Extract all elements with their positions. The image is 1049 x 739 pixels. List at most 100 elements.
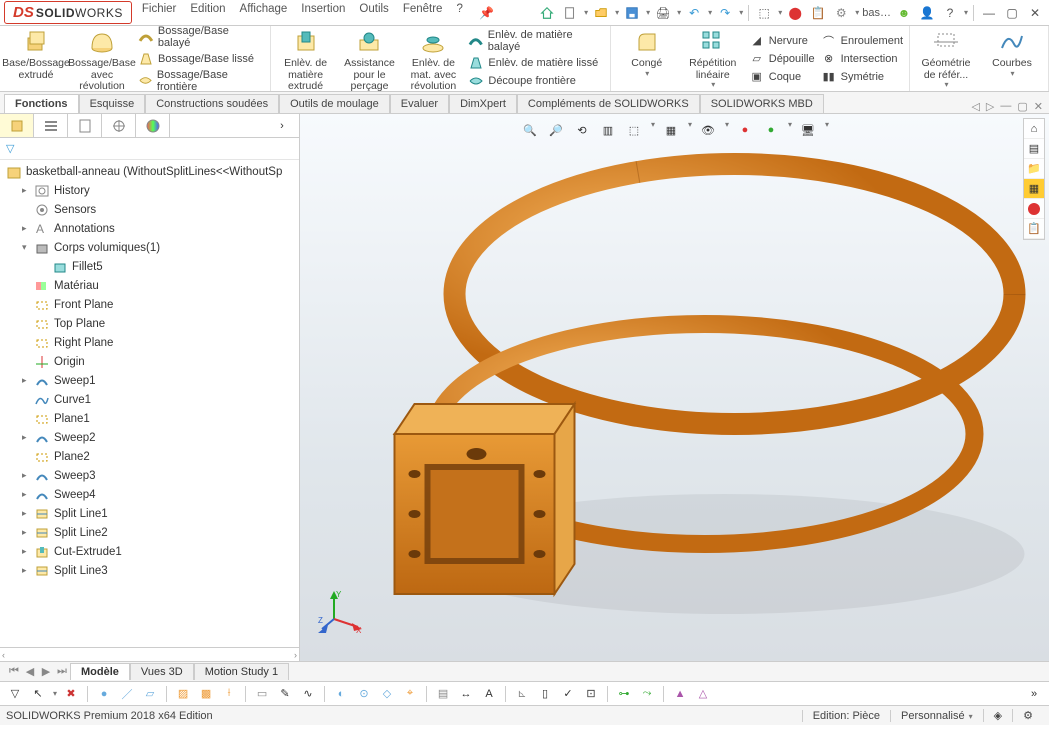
gtol-filter-icon[interactable]: ⊡ (582, 685, 600, 703)
intersect-button[interactable]: ⊗Intersection (821, 50, 903, 68)
tab-prev-icon[interactable]: ◀ (22, 665, 38, 678)
boundary-cut-button[interactable]: Découpe frontière (468, 72, 603, 90)
doc-next-icon[interactable]: ▷ (986, 100, 994, 113)
dim-filter-icon[interactable]: ↔ (457, 685, 475, 703)
tree-item-origin[interactable]: Origin (0, 352, 299, 371)
expand-toolbar-icon[interactable]: » (1025, 685, 1043, 703)
extrude-cut-button[interactable]: Enlèv. de matière extrudé▾ (277, 28, 335, 89)
sweep-boss-button[interactable]: Bossage/Base balayé (138, 24, 264, 50)
orientation-triad[interactable]: Y X Z (318, 589, 362, 633)
explorer-pane-icon[interactable]: 📁 (1024, 159, 1044, 179)
tree-item-split-line2[interactable]: ▸Split Line2 (0, 523, 299, 542)
tree-item-split-line3[interactable]: ▸Split Line3 (0, 561, 299, 580)
loft-boss-button[interactable]: Bossage/Base lissé (138, 50, 264, 68)
appearances-pane-icon[interactable] (1024, 199, 1044, 219)
extrude-boss-button[interactable]: Base/Bossage extrudé (6, 28, 66, 89)
render-icon[interactable]: 🖥 (798, 120, 818, 140)
note-filter-icon[interactable]: A (480, 685, 498, 703)
wrap-button[interactable]: ⌒Enroulement (821, 32, 903, 50)
conn-filter-icon[interactable]: ⊶ (615, 685, 633, 703)
tree-item-right-plane[interactable]: Right Plane (0, 333, 299, 352)
home-pane-icon[interactable]: ⌂ (1024, 119, 1044, 139)
status-gear-icon[interactable]: ⚙ (1012, 709, 1043, 722)
zoom-area-icon[interactable]: 🔎 (546, 120, 566, 140)
center-filter-icon[interactable]: ⊙ (355, 685, 373, 703)
btab-modele[interactable]: Modèle (70, 663, 130, 680)
print-icon[interactable]: 🖨 (653, 3, 673, 23)
tree-item-curve1[interactable]: Curve1 (0, 390, 299, 409)
hole-wizard-button[interactable]: Assistance pour le perçage▾ (341, 28, 399, 89)
cosist-filter-icon[interactable]: ⌖ (401, 685, 419, 703)
tree-item-corps-volumiques-1-[interactable]: ▾Corps volumiques(1) (0, 238, 299, 257)
dtm-filter-icon[interactable]: ▯ (536, 685, 554, 703)
sfinish-filter-icon[interactable]: ✓ (559, 685, 577, 703)
tree-root[interactable]: basketball-anneau (WithoutSplitLines<<Wi… (0, 162, 299, 181)
appearance-icon[interactable]: ● (735, 120, 755, 140)
route-filter-icon[interactable]: ⤳ (638, 685, 656, 703)
tab-constructions[interactable]: Constructions soudées (145, 94, 279, 113)
select-icon[interactable]: ⬚ (754, 3, 774, 23)
tree-item-history[interactable]: ▸History (0, 181, 299, 200)
menu-affichage[interactable]: Affichage (240, 3, 288, 23)
tab-first-icon[interactable]: ⏮ (6, 665, 22, 678)
loft-cut-button[interactable]: Enlèv. de matière lissé (468, 54, 603, 72)
options-icon[interactable]: 📋 (808, 3, 828, 23)
midpt-filter-icon[interactable]: ◐ (332, 685, 350, 703)
shell-button[interactable]: ▣Coque (749, 68, 815, 86)
new-icon[interactable] (560, 3, 580, 23)
doc-close-icon[interactable]: ✕ (1034, 100, 1043, 113)
tab-evaluer[interactable]: Evaluer (390, 94, 449, 113)
tab-moulage[interactable]: Outils de moulage (279, 94, 390, 113)
tree-item-sweep3[interactable]: ▸Sweep3 (0, 466, 299, 485)
mesh-elem-filter-icon[interactable]: △ (694, 685, 712, 703)
vertex-filter-icon[interactable]: ● (95, 685, 113, 703)
tree-item-fillet5[interactable]: Fillet5 (0, 257, 299, 276)
boundary-boss-button[interactable]: Bossage/Base frontière (138, 68, 264, 94)
revolve-cut-button[interactable]: Enlèv. de mat. avec révolution (404, 28, 462, 89)
menu-fichier[interactable]: Fichier (142, 3, 177, 23)
tab-complements[interactable]: Compléments de SOLIDWORKS (517, 94, 700, 113)
close-icon[interactable]: ✕ (1025, 3, 1045, 23)
ref-geometry-button[interactable]: Géométrie de référ...▾ (916, 28, 976, 89)
status-flag-icon[interactable]: ◈ (983, 709, 1012, 722)
btab-motion[interactable]: Motion Study 1 (194, 663, 289, 680)
doc-max-icon[interactable]: ▢ (1017, 100, 1027, 113)
selection-filter-icon[interactable]: ▽ (6, 685, 24, 703)
linear-pattern-button[interactable]: Répétition linéaire▾ (683, 28, 743, 89)
revolve-boss-button[interactable]: Bossage/Base avec révolution▾ (72, 28, 132, 89)
settings-icon[interactable]: ⚙ (831, 3, 851, 23)
sketch-seg-filter-icon[interactable]: ∿ (299, 685, 317, 703)
mirror-button[interactable]: ▮▮Symétrie (821, 68, 903, 86)
save-icon[interactable] (622, 3, 642, 23)
help-icon[interactable]: ? (940, 3, 960, 23)
tree-item-sensors[interactable]: Sensors (0, 200, 299, 219)
zoom-fit-icon[interactable]: 🔍 (520, 120, 540, 140)
user-icon[interactable]: 👤 (917, 3, 937, 23)
tree-item-sweep4[interactable]: ▸Sweep4 (0, 485, 299, 504)
display-tab[interactable] (136, 114, 170, 137)
tab-mbd[interactable]: SOLIDWORKS MBD (700, 94, 824, 113)
menu-fenetre[interactable]: Fenêtre (403, 3, 443, 23)
dimxpert-tab[interactable] (102, 114, 136, 137)
tree-item-front-plane[interactable]: Front Plane (0, 295, 299, 314)
rec-icon[interactable]: ⬤ (785, 3, 805, 23)
quad-filter-icon[interactable]: ◇ (378, 685, 396, 703)
display-style-icon[interactable]: ▦ (661, 120, 681, 140)
curves-button[interactable]: Courbes▾ (982, 28, 1042, 89)
3d-viewport[interactable]: 🔍 🔎 ⟲ ▥ ⬚▾ ▦▾ 👁▾ ● ●▾ 🖥▾ ⌂ ▤ 📁 ▦ 📋 (300, 114, 1049, 661)
tree-item-cut-extrude1[interactable]: ▸Cut-Extrude1 (0, 542, 299, 561)
tree-item-annotations[interactable]: ▸AAnnotations (0, 219, 299, 238)
tab-esquisse[interactable]: Esquisse (79, 94, 146, 113)
rib-button[interactable]: ◢Nervure (749, 32, 815, 50)
view-palette-icon[interactable]: ▦ (1024, 179, 1044, 199)
tree-scrollbar[interactable]: ‹› (0, 647, 299, 661)
property-tab[interactable] (34, 114, 68, 137)
fillet-button[interactable]: Congé▾ (617, 28, 677, 89)
lib-pane-icon[interactable]: ▤ (1024, 139, 1044, 159)
section-view-icon[interactable]: ▥ (598, 120, 618, 140)
view-orient-icon[interactable]: ⬚ (624, 120, 644, 140)
tree-item-plane2[interactable]: Plane2 (0, 447, 299, 466)
face-filter-icon[interactable]: ▱ (141, 685, 159, 703)
redo-icon[interactable]: ↷ (715, 3, 735, 23)
tab-next-icon[interactable]: ▶ (38, 665, 54, 678)
